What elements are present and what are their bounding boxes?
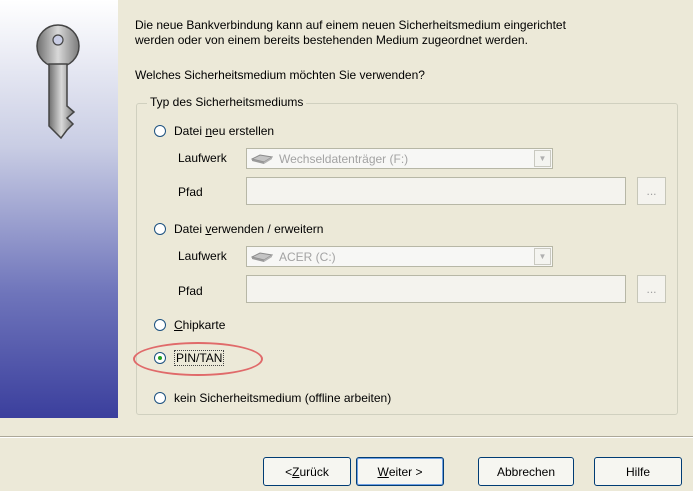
radio-no-medium-label: kein Sicherheitsmedium (offline arbeiten… (174, 391, 392, 405)
radio-chipcard-label: Chipkarte (174, 318, 225, 332)
radio-use-file[interactable]: Datei verwenden / erweitern (154, 222, 323, 236)
radio-chipcard[interactable]: Chipkarte (154, 318, 225, 332)
side-banner (0, 0, 118, 418)
drive-label-new: Laufwerk (178, 151, 227, 165)
highlight-ring (133, 342, 263, 376)
help-button[interactable]: Hilfe (594, 457, 682, 486)
radio-new-file-label: Datei neu erstellen (174, 124, 274, 138)
label-part: Datei (174, 222, 206, 236)
removable-drive-icon (251, 153, 273, 164)
browse-button-use[interactable]: ... (637, 275, 666, 303)
path-field-new[interactable] (246, 177, 626, 205)
drive-label-use: Laufwerk (178, 249, 227, 263)
intro-text: Die neue Bankverbindung kann auf einem n… (135, 18, 685, 48)
group-title: Typ des Sicherheitsmediums (147, 95, 307, 109)
drive-value-new: Wechseldatenträger (F:) (279, 151, 409, 166)
radio-use-file-circle[interactable] (154, 223, 166, 235)
radio-no-medium-circle[interactable] (154, 392, 166, 404)
path-field-use[interactable] (246, 275, 626, 303)
radio-no-medium[interactable]: kein Sicherheitsmedium (offline arbeiten… (154, 391, 391, 405)
label-part: Datei (174, 124, 206, 138)
drive-select-use[interactable]: ACER (C:) ▼ (246, 246, 553, 267)
path-label-use: Pfad (178, 284, 203, 298)
radio-new-file[interactable]: Datei neu erstellen (154, 124, 274, 138)
label-part: eu erstellen (212, 124, 275, 138)
cancel-button[interactable]: Abbrechen (478, 457, 574, 486)
access-key: C (174, 318, 183, 332)
radio-chipcard-circle[interactable] (154, 319, 166, 331)
radio-use-file-label: Datei verwenden / erweitern (174, 222, 323, 236)
browse-button-new[interactable]: ... (637, 177, 666, 205)
next-button[interactable]: Weiter > (356, 457, 444, 486)
intro-line-1: Die neue Bankverbindung kann auf einem n… (135, 18, 566, 32)
intro-line-2: werden oder von einem bereits bestehende… (135, 33, 528, 47)
drive-value-use: ACER (C:) (279, 249, 336, 264)
chevron-down-icon[interactable]: ▼ (534, 248, 551, 265)
radio-new-file-circle[interactable] (154, 125, 166, 137)
back-button[interactable]: < Zurück (263, 457, 351, 486)
label-part: hipkarte (182, 318, 226, 332)
path-label-new: Pfad (178, 185, 203, 199)
question-text: Welches Sicherheitsmedium möchten Sie ve… (135, 68, 425, 82)
access-key: Z (292, 464, 300, 479)
button-label-part: urück (299, 464, 329, 479)
button-label-part: eiter > (388, 464, 423, 479)
chevron-down-icon[interactable]: ▼ (534, 150, 551, 167)
button-label-part: < (285, 464, 293, 479)
label-part: erwenden / erweitern (211, 222, 324, 236)
key-icon (36, 24, 80, 140)
access-key: W (377, 464, 389, 479)
hard-drive-icon (251, 251, 273, 262)
drive-select-new[interactable]: Wechseldatenträger (F:) ▼ (246, 148, 553, 169)
separator-highlight (0, 437, 693, 438)
